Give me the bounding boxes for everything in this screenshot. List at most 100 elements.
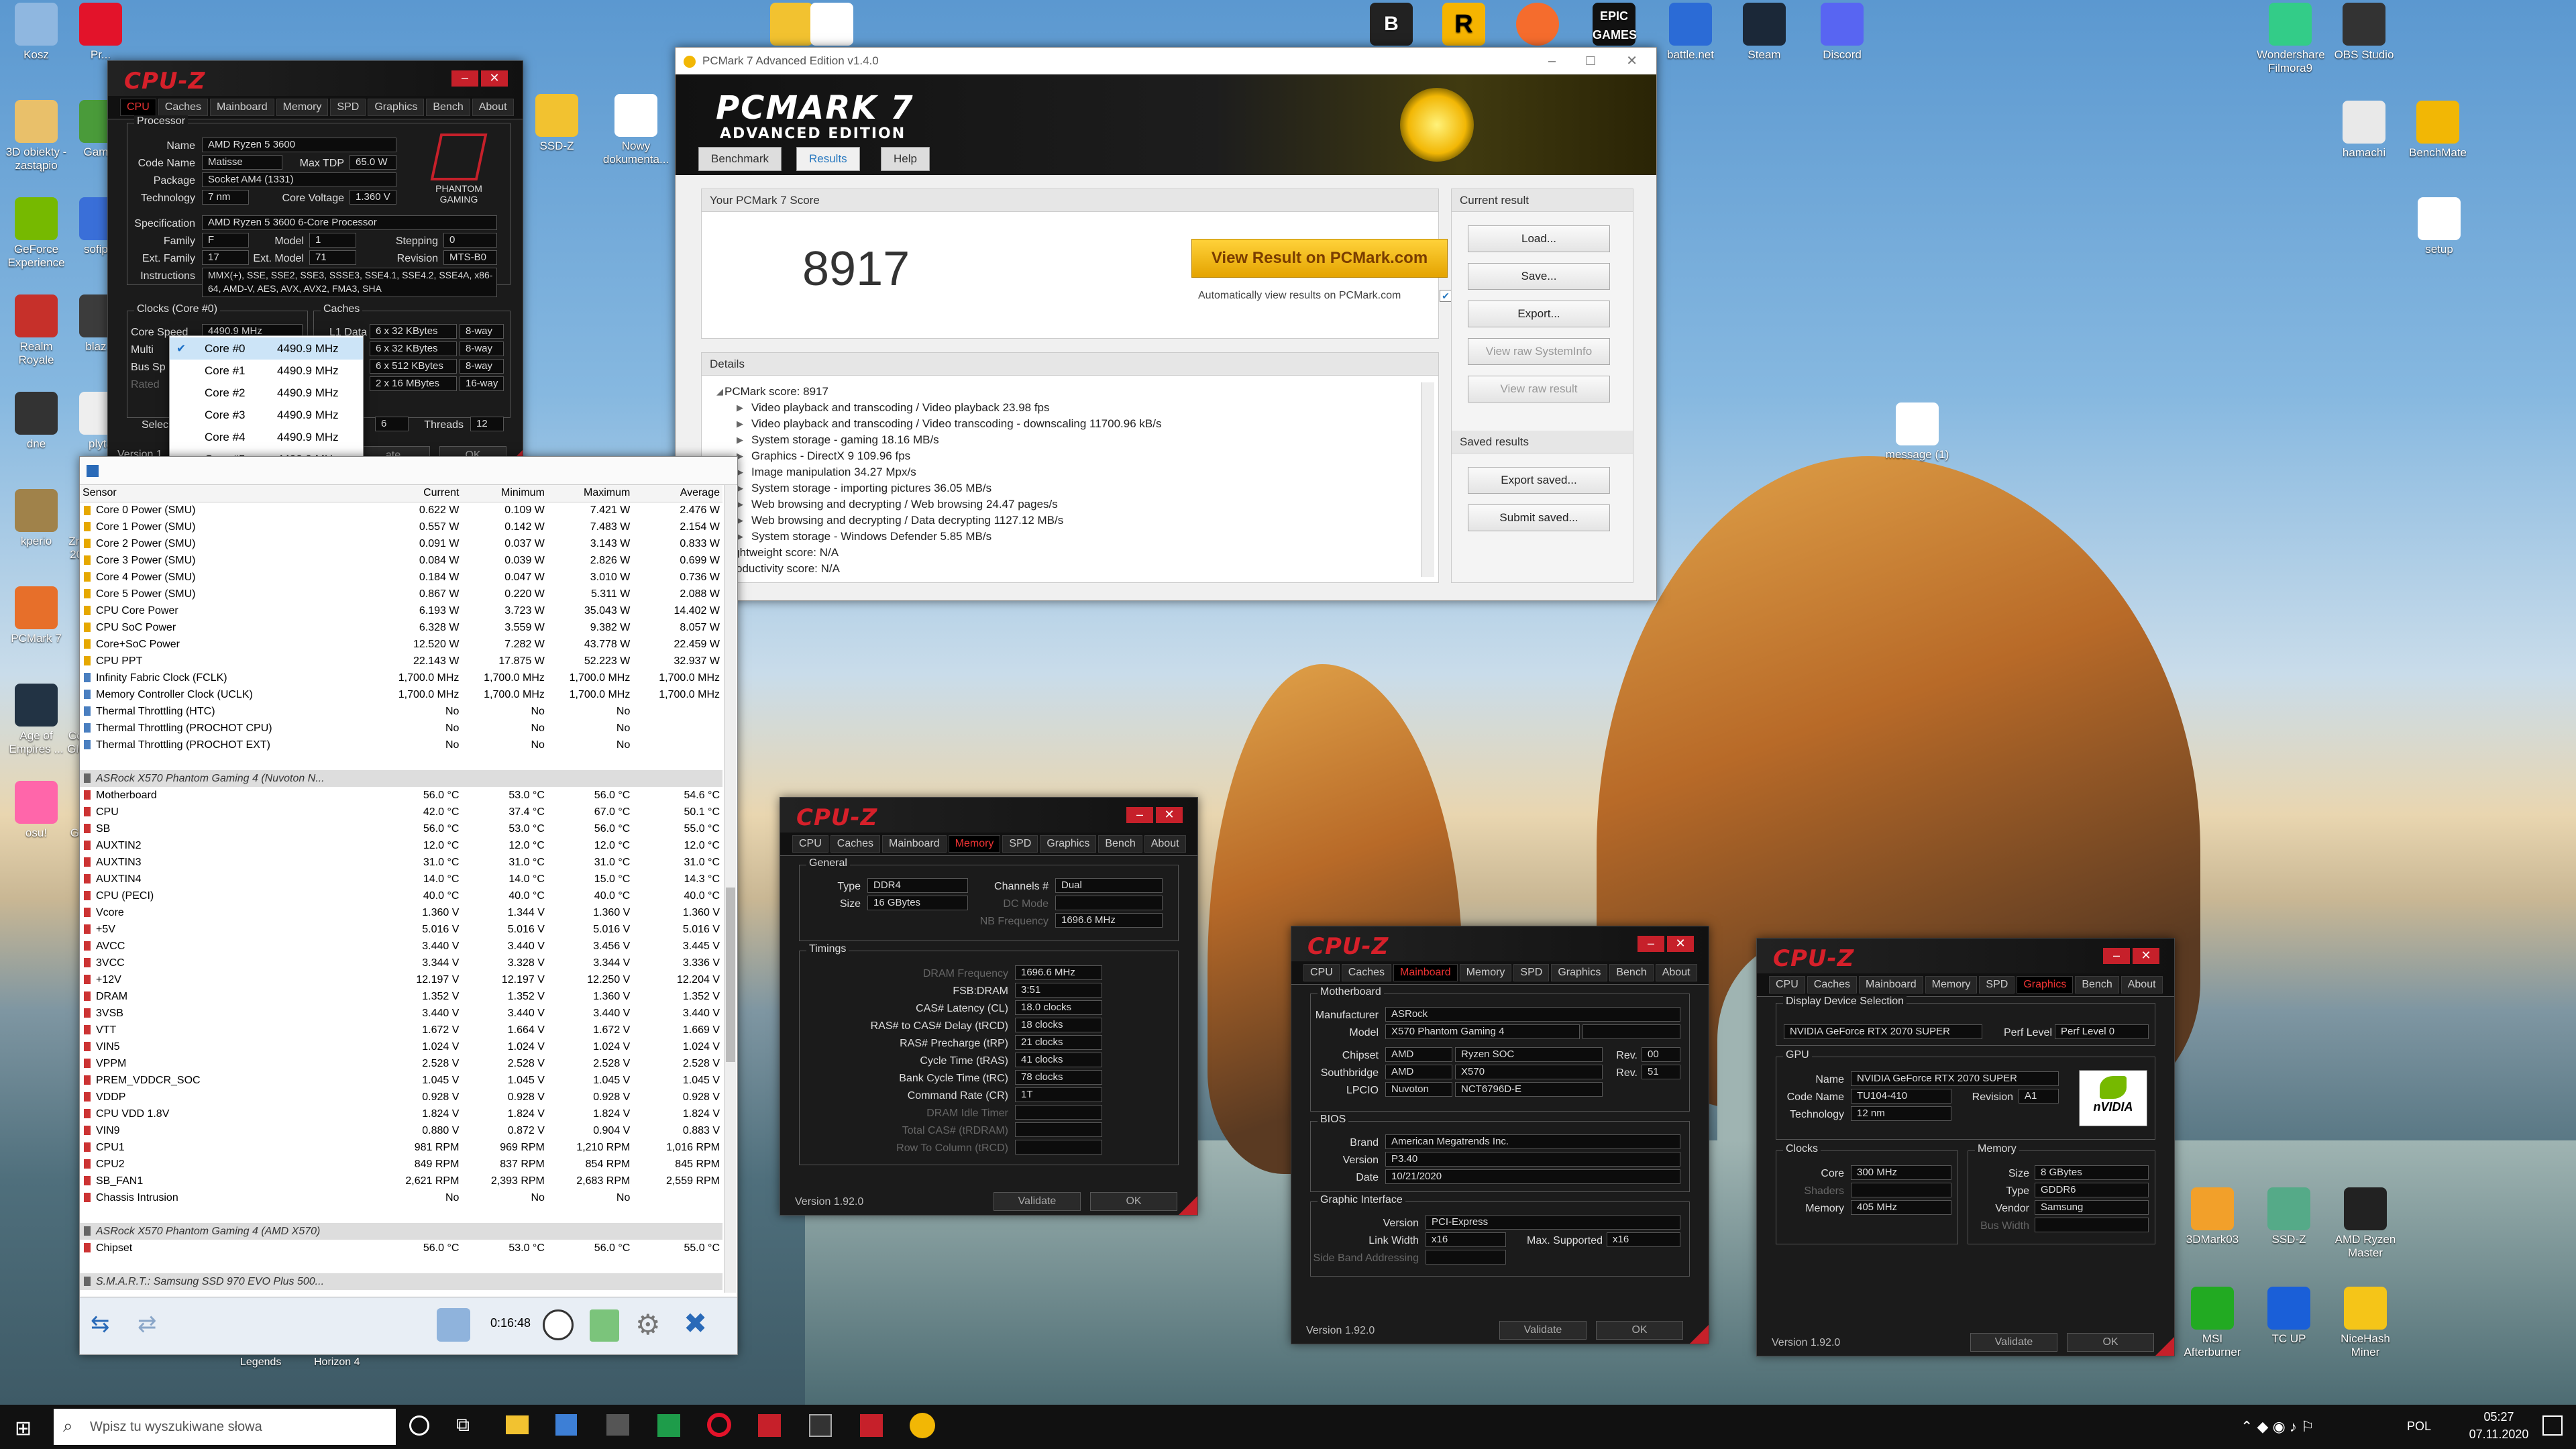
sensor-scrollbar[interactable] <box>724 485 736 1293</box>
log-file-icon[interactable] <box>590 1309 619 1342</box>
sensor-group-header[interactable]: S.M.A.R.T.: Samsung SSD 970 EVO Plus 500… <box>80 1273 722 1290</box>
cpuz-taskbar-icon[interactable] <box>758 1414 781 1437</box>
load-button[interactable]: Load... <box>1468 225 1610 252</box>
tab-about[interactable]: About <box>472 99 514 116</box>
column-header[interactable]: Average <box>633 485 722 502</box>
minimize-button[interactable]: – <box>2103 948 2130 964</box>
desktop-icon[interactable]: MSI Afterburner <box>2179 1287 2246 1359</box>
table-row[interactable]: AUXTIN2 12.0 °C 12.0 °C 12.0 °C 12.0 °C <box>80 837 722 854</box>
table-row[interactable]: CPU1 981 RPM 969 RPM 1,210 RPM 1,016 RPM <box>80 1139 722 1156</box>
column-header[interactable]: Current <box>365 485 462 502</box>
table-row[interactable]: CPU VDD 1.8V 1.824 V 1.824 V 1.824 V 1.824 V <box>80 1106 722 1122</box>
table-row[interactable]: +5V 5.016 V 5.016 V 5.016 V 5.016 V <box>80 921 722 938</box>
table-row[interactable]: Memory Controller Clock (UCLK) 1,700.0 MH… <box>80 686 722 703</box>
table-row[interactable]: Infinity Fabric Clock (FCLK) 1,700.0 MHz 1… <box>80 669 722 686</box>
tab-mainboard[interactable]: Mainboard <box>1859 976 1923 994</box>
desktop-icon[interactable]: Discord <box>1809 3 1876 62</box>
table-row[interactable]: Chassis Intrusion No No No <box>80 1189 722 1206</box>
tab-memory[interactable]: Memory <box>276 99 329 116</box>
export-saved-button[interactable]: Export saved... <box>1468 467 1610 494</box>
table-row[interactable] <box>80 1206 722 1223</box>
minimize-button[interactable]: – <box>1548 48 1556 74</box>
desktop-icon[interactable]: hamachi <box>2330 101 2398 160</box>
table-row[interactable]: Core 1 Power (SMU) 0.557 W 0.142 W 7.483 W 2… <box>80 519 722 535</box>
tab-cpu[interactable]: CPU <box>120 99 156 116</box>
tab-bench[interactable]: Bench <box>426 99 470 116</box>
settings-gear-icon[interactable]: ⚙ <box>635 1308 661 1341</box>
desktop-icon[interactable]: OBS Studio <box>2330 3 2398 62</box>
close-button[interactable]: ✕ <box>1626 48 1638 74</box>
close-button[interactable]: ✕ <box>2133 948 2159 964</box>
details-row[interactable]: ▶ Video playback and transcoding / Video … <box>716 416 1414 432</box>
sensor-group-header[interactable]: ASRock X570 Phantom Gaming 4 (Nuvoton N.… <box>80 770 722 787</box>
language-indicator[interactable]: POL <box>2407 1419 2431 1434</box>
details-row[interactable]: ▶ System storage - Windows Defender 5.85 … <box>716 529 1414 545</box>
details-row[interactable]: ▶ Web browsing and decrypting / Web brows… <box>716 496 1414 513</box>
desktop-icon-app[interactable]: B <box>1358 3 1425 48</box>
table-row[interactable]: PREM_VDDCR_SOC 1.045 V 1.045 V 1.045 V 1.045… <box>80 1072 722 1089</box>
submit-saved-button[interactable]: Submit saved... <box>1468 504 1610 531</box>
desktop-icon[interactable]: dne <box>3 392 70 451</box>
tab-about[interactable]: About <box>1144 835 1186 853</box>
table-row[interactable]: VIN9 0.880 V 0.872 V 0.904 V 0.883 V <box>80 1122 722 1139</box>
store-icon[interactable] <box>606 1414 629 1436</box>
desktop-icon-origin[interactable] <box>1504 3 1571 48</box>
desktop-icon[interactable]: BenchMate <box>2404 101 2471 160</box>
details-row[interactable]: ◢ PCMark score: 8917 <box>716 384 1414 400</box>
table-row[interactable]: Drive Temperature42 °C42 °C48 °C44 °C <box>80 1290 722 1293</box>
tab-cpu[interactable]: CPU <box>1303 964 1340 981</box>
table-row[interactable]: Core 4 Power (SMU) 0.184 W 0.047 W 3.010 W 0… <box>80 569 722 586</box>
tree-arrow-icon[interactable]: ◢ <box>716 384 723 400</box>
table-row[interactable]: VIN5 1.024 V 1.024 V 1.024 V 1.024 V <box>80 1038 722 1055</box>
desktop-icon[interactable]: Kosz <box>3 3 70 62</box>
tab-spd[interactable]: SPD <box>330 99 366 116</box>
close-button[interactable]: ✕ <box>1156 807 1183 823</box>
desktop-icon[interactable]: SSD-Z <box>2255 1187 2322 1246</box>
table-row[interactable]: Core 5 Power (SMU) 0.867 W 0.220 W 5.311 W 2… <box>80 586 722 602</box>
details-row[interactable]: ▶ System storage - gaming 18.16 MB/s <box>716 432 1414 448</box>
table-row[interactable]: VPPM 2.528 V 2.528 V 2.528 V 2.528 V <box>80 1055 722 1072</box>
desktop-icon-label[interactable]: Legends <box>240 1356 281 1368</box>
tab-caches[interactable]: Caches <box>158 99 209 116</box>
validate-button[interactable]: Validate <box>994 1192 1081 1211</box>
tab-graphics[interactable]: Graphics <box>2017 976 2074 994</box>
tab-bench[interactable]: Bench <box>1098 835 1142 853</box>
desktop-icon[interactable]: 3DMark03 <box>2179 1187 2246 1246</box>
tab-graphics[interactable]: Graphics <box>1040 835 1097 853</box>
table-row[interactable]: Thermal Throttling (PROCHOT EXT) No No No <box>80 737 722 753</box>
tab-about[interactable]: About <box>1655 964 1697 981</box>
calculator-icon[interactable] <box>555 1414 577 1436</box>
clock-time[interactable]: 05:27 <box>2469 1410 2529 1424</box>
close-x-icon[interactable]: ✖ <box>684 1307 707 1340</box>
core-menu-item[interactable]: ✔ Core #0 4490.9 MHz <box>170 337 363 360</box>
minimize-button[interactable]: – <box>1126 807 1153 823</box>
table-row[interactable]: Core 2 Power (SMU) 0.091 W 0.037 W 3.143 W 0… <box>80 535 722 552</box>
desktop-icon[interactable]: GeForce Experience <box>3 197 70 270</box>
table-row[interactable]: VDDP 0.928 V 0.928 V 0.928 V 0.928 V <box>80 1089 722 1106</box>
desktop-icon[interactable]: Steam <box>1731 3 1798 62</box>
ok-button[interactable]: OK <box>1596 1321 1683 1340</box>
tab-about[interactable]: About <box>2121 976 2163 994</box>
tab-spd[interactable]: SPD <box>1513 964 1550 981</box>
maximize-button[interactable]: ☐ <box>1585 48 1596 74</box>
desktop-icon[interactable]: kperio <box>3 489 70 548</box>
column-header[interactable]: Maximum <box>547 485 633 502</box>
table-row[interactable]: SB 56.0 °C 53.0 °C 56.0 °C 55.0 °C <box>80 820 722 837</box>
desktop-icon[interactable]: Realm Royale <box>3 294 70 367</box>
auto-view-checkbox[interactable]: ✔ <box>1440 290 1452 302</box>
cortana-icon[interactable] <box>409 1415 429 1436</box>
tab-bench[interactable]: Bench <box>2075 976 2119 994</box>
opera-icon[interactable] <box>707 1413 731 1437</box>
core-menu-item[interactable]: Core #4 4490.9 MHz <box>170 426 363 448</box>
desktop-icon[interactable]: SSD-Z <box>523 94 590 153</box>
desktop-icon[interactable]: AMD Ryzen Master <box>2332 1187 2399 1260</box>
tab-bench[interactable]: Bench <box>1609 964 1654 981</box>
table-row[interactable]: Core 3 Power (SMU) 0.084 W 0.039 W 2.826 W 0… <box>80 552 722 569</box>
core-menu-item[interactable]: Core #1 4490.9 MHz <box>170 360 363 382</box>
desktop-icon[interactable]: 3D obiekty - zastąpio <box>3 100 70 172</box>
tab-memory[interactable]: Memory <box>1459 964 1512 981</box>
minimize-button[interactable]: – <box>451 70 478 87</box>
tab-mainboard[interactable]: Mainboard <box>882 835 947 853</box>
desktop-icon[interactable]: NiceHash Miner <box>2332 1287 2399 1359</box>
hwinfo-taskbar-icon[interactable] <box>809 1414 832 1437</box>
